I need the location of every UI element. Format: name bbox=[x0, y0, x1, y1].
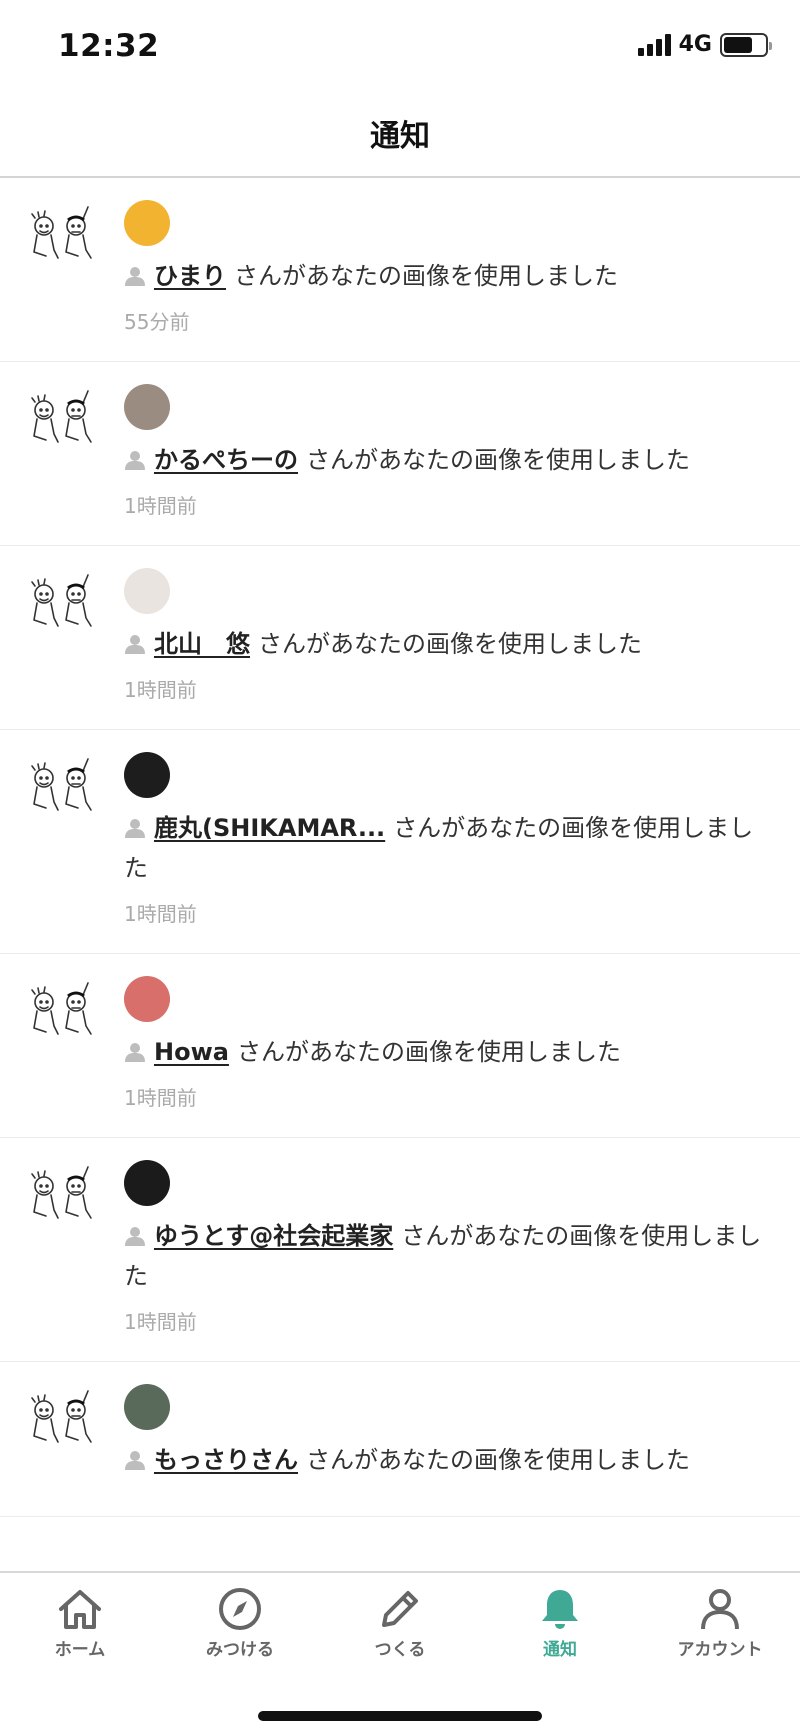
bell-icon bbox=[542, 1590, 578, 1629]
notification-text: ひまり さんがあなたの画像を使用しました bbox=[124, 256, 770, 296]
tab-label: みつける bbox=[206, 1640, 274, 1660]
home-indicator bbox=[258, 1711, 542, 1721]
network-type: 4G bbox=[678, 32, 712, 57]
timestamp: 1時間前 bbox=[124, 902, 197, 926]
avatar[interactable] bbox=[124, 200, 170, 246]
notification-message: さんがあなたの画像を使用しました bbox=[306, 1446, 690, 1474]
user-icon bbox=[124, 259, 146, 286]
username-link[interactable]: ゆうとす@社会起業家 bbox=[154, 1222, 393, 1250]
compass-icon bbox=[219, 1588, 261, 1630]
notification-item[interactable]: ひまり さんがあなたの画像を使用しました 55分前 bbox=[0, 178, 800, 362]
notification-text: Howa さんがあなたの画像を使用しました bbox=[124, 1032, 770, 1072]
notification-text: 鹿丸(SHIKAMAR... さんがあなたの画像を使用しました bbox=[124, 808, 770, 888]
user-icon bbox=[124, 1219, 146, 1246]
notification-message: さんがあなたの画像を使用しました bbox=[306, 446, 690, 474]
page-title: 通知 bbox=[370, 119, 430, 154]
notification-message: さんがあなたの画像を使用しました bbox=[236, 1038, 621, 1066]
tab-discover[interactable]: みつける bbox=[160, 1587, 320, 1660]
avatar[interactable] bbox=[124, 1160, 170, 1206]
user-icon bbox=[124, 443, 146, 470]
notification-item[interactable]: かるぺちーの さんがあなたの画像を使用しました 1時間前 bbox=[0, 362, 800, 546]
username-link[interactable]: ひまり bbox=[154, 262, 226, 290]
avatar[interactable] bbox=[124, 568, 170, 614]
tab-notifications[interactable]: 通知 bbox=[480, 1587, 640, 1660]
user-icon bbox=[124, 811, 146, 838]
used-image-thumbnail[interactable] bbox=[28, 1388, 94, 1446]
notification-text: かるぺちーの さんがあなたの画像を使用しました bbox=[124, 440, 770, 480]
used-image-thumbnail[interactable] bbox=[28, 388, 94, 446]
timestamp: 1時間前 bbox=[124, 1086, 197, 1110]
used-image-thumbnail[interactable] bbox=[28, 1164, 94, 1222]
notification-text: もっさりさん さんがあなたの画像を使用しました bbox=[124, 1440, 770, 1480]
tab-home[interactable]: ホーム bbox=[0, 1587, 160, 1660]
username-link[interactable]: 北山 悠 bbox=[154, 630, 250, 658]
home-icon bbox=[59, 1590, 101, 1629]
avatar[interactable] bbox=[124, 752, 170, 798]
tab-label: アカウント bbox=[677, 1640, 763, 1660]
status-bar: 12:32 4G bbox=[0, 0, 800, 90]
notification-item[interactable]: Howa さんがあなたの画像を使用しました 1時間前 bbox=[0, 954, 800, 1138]
tab-bar: ホーム みつける つくる 通知 アカウント bbox=[0, 1571, 800, 1731]
used-image-thumbnail[interactable] bbox=[28, 204, 94, 262]
timestamp: 1時間前 bbox=[124, 678, 197, 702]
user-icon bbox=[124, 1035, 146, 1062]
battery-icon bbox=[720, 32, 772, 57]
timestamp: 1時間前 bbox=[124, 1310, 197, 1334]
notification-text: 北山 悠さんがあなたの画像を使用しました bbox=[124, 624, 770, 664]
notification-message: さんがあなたの画像を使用しました bbox=[258, 630, 642, 658]
page-header: 通知 bbox=[0, 90, 800, 178]
notification-text: ゆうとす@社会起業家 さんがあなたの画像を使用しました bbox=[124, 1216, 770, 1296]
notification-item[interactable]: もっさりさん さんがあなたの画像を使用しました bbox=[0, 1362, 800, 1517]
avatar[interactable] bbox=[124, 384, 170, 430]
username-link[interactable]: もっさりさん bbox=[154, 1446, 298, 1474]
tab-label: 通知 bbox=[543, 1640, 577, 1660]
pencil-icon bbox=[382, 1591, 418, 1627]
notification-item[interactable]: 鹿丸(SHIKAMAR... さんがあなたの画像を使用しました 1時間前 bbox=[0, 730, 800, 954]
avatar[interactable] bbox=[124, 976, 170, 1022]
used-image-thumbnail[interactable] bbox=[28, 980, 94, 1038]
notification-list[interactable]: ひまり さんがあなたの画像を使用しました 55分前 かるぺちーの さんがあなたの画像… bbox=[0, 178, 800, 1571]
notification-message: さんがあなたの画像を使用しました bbox=[234, 262, 618, 290]
username-link[interactable]: 鹿丸(SHIKAMAR... bbox=[154, 814, 385, 842]
tab-create[interactable]: つくる bbox=[320, 1587, 480, 1660]
signal-icon bbox=[637, 33, 671, 56]
avatar[interactable] bbox=[124, 1384, 170, 1430]
used-image-thumbnail[interactable] bbox=[28, 572, 94, 630]
username-link[interactable]: Howa bbox=[154, 1038, 229, 1066]
tab-label: ホーム bbox=[54, 1640, 106, 1660]
person-icon bbox=[701, 1589, 739, 1630]
user-icon bbox=[124, 1443, 146, 1470]
tab-account[interactable]: アカウント bbox=[640, 1587, 800, 1660]
notification-item[interactable]: ゆうとす@社会起業家 さんがあなたの画像を使用しました 1時間前 bbox=[0, 1138, 800, 1362]
tab-label: つくる bbox=[374, 1640, 426, 1660]
user-icon bbox=[124, 627, 146, 654]
status-indicators: 4G bbox=[637, 32, 772, 57]
timestamp: 55分前 bbox=[124, 310, 190, 334]
used-image-thumbnail[interactable] bbox=[28, 756, 94, 814]
notification-item[interactable]: 北山 悠さんがあなたの画像を使用しました 1時間前 bbox=[0, 546, 800, 730]
timestamp: 1時間前 bbox=[124, 494, 197, 518]
username-link[interactable]: かるぺちーの bbox=[154, 446, 298, 474]
status-time: 12:32 bbox=[58, 28, 160, 64]
